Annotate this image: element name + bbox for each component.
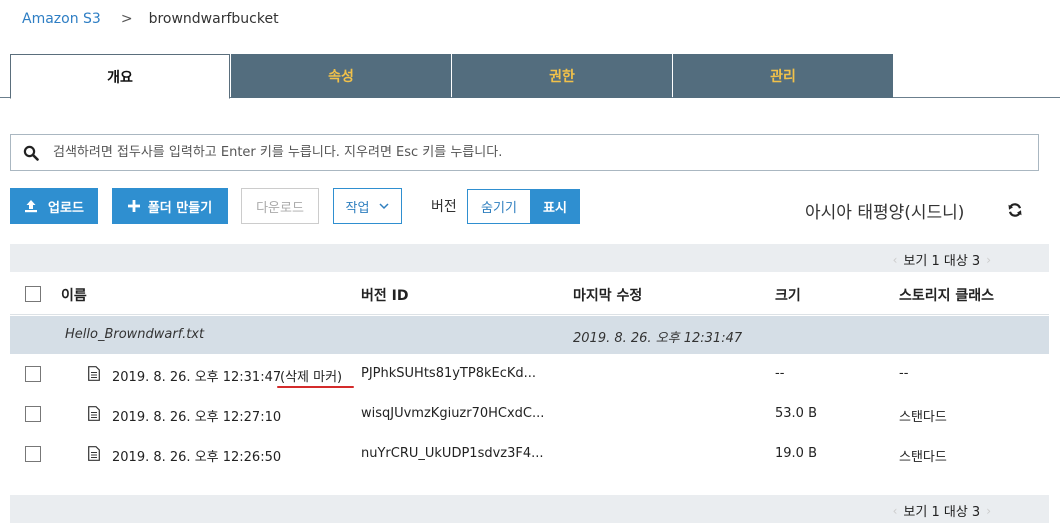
version-timestamp[interactable]: 2019. 8. 26. 오후 12:31:47 xyxy=(112,366,281,385)
version-storage-class: -- xyxy=(899,366,909,381)
upload-icon xyxy=(25,200,38,213)
version-size: -- xyxy=(775,366,785,381)
column-header-name[interactable]: 이름 xyxy=(61,285,87,305)
upload-label: 업로드 xyxy=(48,200,84,216)
breadcrumb: Amazon S3 > browndwarfbucket xyxy=(22,9,279,29)
breadcrumb-amazon-s3-link[interactable]: Amazon S3 xyxy=(22,11,101,27)
pager-text: 보기 1 대상 3 xyxy=(903,254,981,269)
pager-bar-bottom: ‹ 보기 1 대상 3 › xyxy=(10,495,1049,523)
pager-top: ‹ 보기 1 대상 3 › xyxy=(887,250,997,270)
version-timestamp[interactable]: 2019. 8. 26. 오후 12:26:50 xyxy=(112,446,281,465)
row-checkbox[interactable] xyxy=(25,366,41,382)
download-button[interactable]: 다운로드 xyxy=(241,188,319,224)
column-header-version-id[interactable]: 버전 ID xyxy=(361,285,408,305)
pager-bar-top: ‹ 보기 1 대상 3 › xyxy=(10,244,1049,272)
tab-bar: 개요 속성 권한 관리 xyxy=(0,54,1060,99)
chevron-down-icon xyxy=(379,202,389,209)
delete-marker-label: (삭제 마커) xyxy=(280,370,343,385)
tab-properties[interactable]: 속성 xyxy=(231,54,451,98)
version-storage-class: 스탠다드 xyxy=(899,450,947,465)
pager-prev-icon[interactable]: ‹ xyxy=(893,504,898,518)
region-label: 아시아 태평양(시드니) xyxy=(805,203,965,223)
versions-hide-toggle[interactable]: 숨기기 xyxy=(467,189,531,224)
search-input[interactable] xyxy=(53,137,1038,168)
file-icon xyxy=(88,446,100,461)
file-icon xyxy=(88,406,100,421)
version-id: wisqJUvmzKgiuzr70HCxdC... xyxy=(361,406,545,421)
pager-bottom: ‹ 보기 1 대상 3 › xyxy=(887,501,997,521)
actions-label: 작업 xyxy=(345,200,370,216)
version-size: 53.0 B xyxy=(775,406,817,421)
version-id: PJPhkSUHts81yTP8kEcKd... xyxy=(361,366,537,381)
plus-icon xyxy=(127,200,140,212)
create-folder-button[interactable]: 폴더 만들기 xyxy=(112,188,228,224)
column-header-storage-class[interactable]: 스토리지 클래스 xyxy=(899,285,994,305)
select-all-checkbox[interactable] xyxy=(25,286,41,302)
tab-management[interactable]: 관리 xyxy=(673,54,893,98)
version-timestamp[interactable]: 2019. 8. 26. 오후 12:27:10 xyxy=(112,406,281,425)
download-label: 다운로드 xyxy=(256,200,304,216)
breadcrumb-separator: > xyxy=(120,11,133,27)
version-label: 버전 xyxy=(431,199,457,215)
object-last-modified: 2019. 8. 26. 오후 12:31:47 xyxy=(573,331,743,346)
table-header-divider xyxy=(10,314,1049,315)
version-size: 19.0 B xyxy=(775,446,817,461)
version-id: nuYrCRU_UkUDP1sdvz3F4... xyxy=(361,446,544,461)
search-box xyxy=(10,134,1039,171)
versions-show-toggle[interactable]: 표시 xyxy=(530,189,580,224)
search-icon xyxy=(23,145,39,161)
pager-next-icon[interactable]: › xyxy=(986,504,991,518)
actions-dropdown[interactable]: 작업 xyxy=(333,188,402,224)
pager-next-icon[interactable]: › xyxy=(986,253,991,267)
refresh-icon[interactable] xyxy=(1007,202,1023,218)
version-storage-class: 스탠다드 xyxy=(899,410,947,425)
pager-text: 보기 1 대상 3 xyxy=(903,505,981,520)
row-checkbox[interactable] xyxy=(25,406,41,422)
upload-button[interactable]: 업로드 xyxy=(10,188,98,224)
file-icon xyxy=(88,366,100,381)
delete-marker-underline xyxy=(277,386,354,388)
column-header-size[interactable]: 크기 xyxy=(775,285,801,305)
object-name[interactable]: Hello_Browndwarf.txt xyxy=(65,327,204,342)
breadcrumb-current-bucket: browndwarfbucket xyxy=(148,11,279,27)
tab-overview[interactable]: 개요 xyxy=(10,54,230,99)
column-header-last-modified[interactable]: 마지막 수정 xyxy=(573,285,642,305)
create-folder-label: 폴더 만들기 xyxy=(147,200,213,216)
tab-permissions[interactable]: 권한 xyxy=(452,54,672,98)
pager-prev-icon[interactable]: ‹ xyxy=(893,253,898,267)
row-checkbox[interactable] xyxy=(25,446,41,462)
